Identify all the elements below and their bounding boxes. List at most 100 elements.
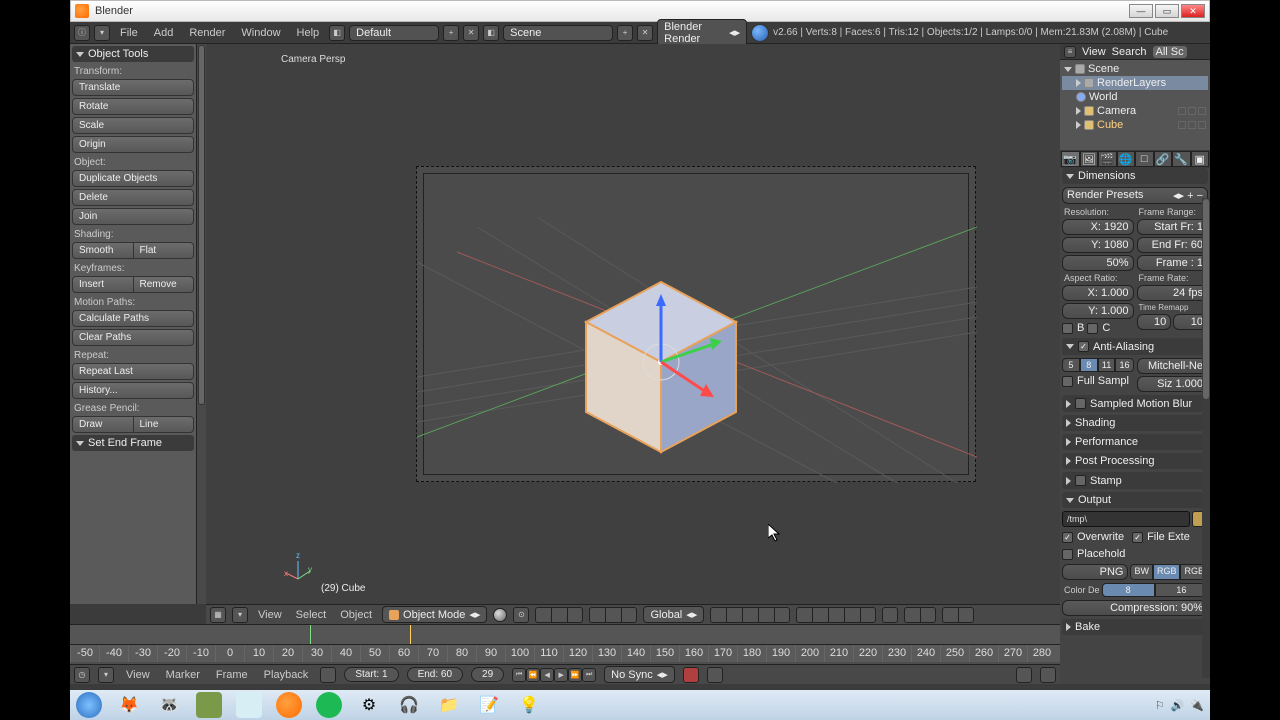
use-preview-range-icon[interactable] [320,667,336,683]
view-menu[interactable]: View [254,609,286,621]
jump-end-icon[interactable]: ⏭ [582,668,596,682]
minecraft-icon[interactable] [196,692,222,718]
headphones-icon[interactable]: 🎧 [396,692,422,718]
object-tools-header[interactable]: Object Tools [72,46,194,62]
shading-panel-header[interactable]: Shading [1062,415,1208,431]
outliner-search-menu[interactable]: Search [1112,46,1147,58]
menu-window[interactable]: Window [235,25,286,41]
screen-browse-icon[interactable]: ◧ [329,25,345,41]
folder-icon[interactable]: 📁 [436,692,462,718]
render-preview-icons[interactable] [942,607,974,623]
remap-old-field[interactable]: 10 [1137,314,1172,330]
tab-object[interactable]: □ [1135,151,1154,167]
properties-scrollbar[interactable] [1202,198,1210,678]
resolution-y-field[interactable]: Y: 1080 [1062,237,1134,253]
layer-buttons-group-2[interactable] [796,607,876,623]
tab-constraints[interactable]: 🔗 [1154,151,1173,167]
close-button[interactable]: ✕ [1181,4,1205,18]
playback-controls[interactable]: ⏮ ⏪ ◀ ▶ ⏩ ⏭ [512,668,596,682]
outliner-editor-icon[interactable]: ≡ [1064,46,1076,58]
screen-add-button[interactable]: + [443,25,459,41]
scale-button[interactable]: Scale [72,117,194,134]
gimp-icon[interactable]: 🦝 [156,692,182,718]
spotify-icon[interactable] [316,692,342,718]
output-path-field[interactable]: /tmp\ [1062,511,1190,527]
notes-icon[interactable]: 📝 [476,692,502,718]
orientation-dropdown[interactable]: Global◂▸ [643,606,704,623]
prev-keyframe-icon[interactable]: ⏪ [526,668,540,682]
steam-icon[interactable]: ⚙ [356,692,382,718]
aa-panel-header[interactable]: Anti-Aliasing [1062,338,1208,355]
draw-button[interactable]: Draw [72,416,134,433]
keying-insert-icon[interactable] [1016,667,1032,683]
border-checkbox[interactable]: B [1062,321,1084,335]
timeline-editor-icon[interactable]: ◷ [74,667,90,683]
tool-shelf-scrollbar[interactable] [196,44,206,604]
outliner-filter[interactable]: All Sc [1153,46,1187,58]
clear-paths-button[interactable]: Clear Paths [72,329,194,346]
tab-data[interactable]: ▣ [1191,151,1210,167]
crop-checkbox[interactable]: C [1087,321,1110,335]
system-tray[interactable]: ⚐ 🔊 🔌 [1155,699,1204,712]
resolution-percent-field[interactable]: 50% [1062,255,1134,271]
app-icon[interactable]: 💡 [516,692,542,718]
aa-filter-dropdown[interactable]: Mitchell-Ne [1137,358,1209,374]
layer-buttons-group-1[interactable] [710,607,790,623]
tray-network-icon[interactable]: 🔌 [1190,699,1204,712]
menu-render[interactable]: Render [183,25,231,41]
outliner-scene-row[interactable]: Scene [1062,62,1208,76]
scene-dropdown[interactable]: Scene [503,25,613,41]
tab-world[interactable]: 🌐 [1117,151,1136,167]
scene-browse-icon[interactable]: ◧ [483,25,499,41]
timeline-view-menu[interactable]: View [122,669,154,681]
tab-modifiers[interactable]: 🔧 [1172,151,1191,167]
viewport-editor-icon[interactable]: ▦ [210,607,226,623]
outliner-view-menu[interactable]: View [1082,46,1106,58]
viewport-menu-toggle-icon[interactable]: ▾ [232,607,248,623]
calculate-paths-button[interactable]: Calculate Paths [72,310,194,327]
tray-flag-icon[interactable]: ⚐ [1155,699,1165,712]
bake-panel-header[interactable]: Bake [1062,619,1208,635]
editor-menu-toggle-icon[interactable]: ▾ [94,25,110,41]
tab-render-layers[interactable]: 🖼 [1080,151,1099,167]
explorer-icon[interactable] [236,692,262,718]
outliner[interactable]: Scene RenderLayers World Camera Cube [1060,60,1210,150]
tray-volume-icon[interactable]: 🔊 [1171,699,1185,712]
menu-file[interactable]: File [114,25,144,41]
scene-add-button[interactable]: + [617,25,633,41]
keying-delete-icon[interactable] [1040,667,1056,683]
frame-step-field[interactable]: Frame : 1 [1137,255,1209,271]
timeline-marker-menu[interactable]: Marker [162,669,204,681]
screen-layout-dropdown[interactable]: Default [349,25,439,41]
color-depth-strip[interactable]: 8 16 [1102,583,1208,597]
os-taskbar[interactable]: 🦊 🦝 ⚙ 🎧 📁 📝 💡 ⚐ 🔊 🔌 [70,690,1210,720]
blender-taskbar-icon[interactable] [276,692,302,718]
minimize-button[interactable]: — [1129,4,1153,18]
duplicate-button[interactable]: Duplicate Objects [72,170,194,187]
start-frame-prop-field[interactable]: Start Fr: 1 [1137,219,1209,235]
timeline[interactable]: -50-40-30-20-100102030405060708090100110… [70,624,1060,664]
auto-keyframe-icon[interactable] [683,667,699,683]
file-format-dropdown[interactable]: PNG [1062,564,1128,580]
jump-start-icon[interactable]: ⏮ [512,668,526,682]
3d-viewport[interactable]: Camera Persp [206,44,1060,604]
set-end-frame-header[interactable]: Set End Frame [72,435,194,451]
full-sample-checkbox[interactable]: Full Sampl [1062,374,1134,388]
object-menu[interactable]: Object [336,609,376,621]
menu-help[interactable]: Help [291,25,326,41]
start-frame-field[interactable]: Start: 1 [344,667,398,682]
render-presets-dropdown[interactable]: Render Presets◂▸ + − [1062,187,1208,204]
stamp-panel-header[interactable]: Stamp [1062,472,1208,489]
blender-website-icon[interactable] [751,24,769,42]
insert-keyframe-button[interactable]: Insert [72,276,134,293]
tab-render[interactable]: 📷 [1061,151,1080,167]
aa-samples-strip[interactable]: 5 8 11 16 [1062,358,1134,372]
maximize-button[interactable]: ▭ [1155,4,1179,18]
cube-object[interactable] [566,274,756,474]
end-frame-field[interactable]: End: 60 [407,667,463,682]
compression-field[interactable]: Compression: 90% [1062,600,1208,616]
fps-dropdown[interactable]: 24 fps [1137,285,1209,301]
resolution-x-field[interactable]: X: 1920 [1062,219,1134,235]
flat-button[interactable]: Flat [134,242,195,259]
repeat-last-button[interactable]: Repeat Last [72,363,194,380]
